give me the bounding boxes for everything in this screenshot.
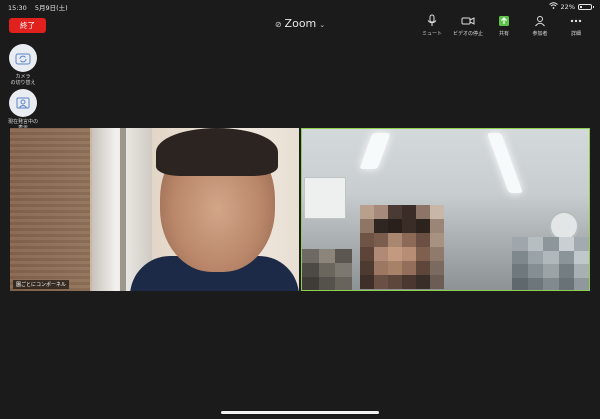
participant-hair	[156, 128, 278, 176]
ceiling-light	[359, 133, 391, 169]
status-time: 15:30	[8, 4, 27, 12]
status-bar: 15:30 5月9日(土) 22%	[0, 0, 600, 12]
shield-icon: ⊘	[274, 20, 282, 29]
participant-name: 園ごとにコンポーネル	[16, 282, 67, 288]
share-label: 共有	[498, 31, 509, 37]
status-date: 5月9日(土)	[34, 4, 68, 12]
battery-percent: 22%	[560, 2, 575, 11]
participant-video-right[interactable]	[301, 128, 590, 291]
mute-label: ミュート	[421, 31, 442, 37]
battery-fill	[580, 5, 583, 8]
more-label: 詳細	[570, 31, 581, 37]
mute-button[interactable]: ミュート	[414, 12, 450, 40]
participant-video-left[interactable]: 園ごとにコンポーネル	[10, 128, 299, 291]
share-icon	[499, 16, 509, 26]
ceiling-light	[487, 133, 523, 193]
switch-camera-control[interactable]: カメラ の切り替え	[8, 44, 38, 86]
chevron-down-icon: ⌄	[319, 21, 326, 29]
meeting-title-text: Zoom	[284, 17, 317, 30]
stop-video-label: ビデオの停止	[452, 31, 483, 37]
video-camera-icon	[461, 17, 475, 25]
status-left: 15:30 5月9日(土)	[8, 2, 74, 12]
window-blind	[10, 128, 90, 291]
meeting-title[interactable]: ⊘ Zoom ⌄	[200, 17, 400, 30]
battery-icon	[578, 3, 594, 10]
participant-name-tag: 園ごとにコンポーネル	[13, 280, 70, 289]
pixelated-face	[360, 205, 444, 289]
speaker-view-icon	[16, 97, 30, 109]
air-conditioner	[304, 177, 346, 219]
status-right: 22%	[548, 2, 594, 11]
more-icon	[570, 19, 582, 23]
window-mullion	[120, 128, 126, 291]
more-button[interactable]: 詳細	[558, 12, 594, 40]
share-button[interactable]: 共有	[486, 12, 522, 40]
pixelated-background	[512, 237, 589, 290]
switch-camera-button[interactable]	[9, 44, 37, 72]
pixelated-background-left	[302, 249, 352, 290]
home-indicator[interactable]	[221, 411, 379, 414]
wifi-icon	[548, 2, 558, 11]
participants-icon	[535, 16, 545, 27]
switch-camera-icon	[15, 53, 31, 65]
meeting-toolbar: ミュート ビデオの停止 共有 参加者 詳細	[414, 12, 594, 40]
end-meeting-button[interactable]: 終了	[9, 18, 46, 33]
participants-button[interactable]: 参加者	[522, 12, 558, 40]
microphone-icon	[427, 14, 437, 26]
switch-camera-label: カメラ の切り替え	[10, 74, 36, 86]
stop-video-button[interactable]: ビデオの停止	[450, 12, 486, 40]
participants-label: 参加者	[532, 31, 548, 37]
active-speaker-button[interactable]	[9, 89, 37, 117]
